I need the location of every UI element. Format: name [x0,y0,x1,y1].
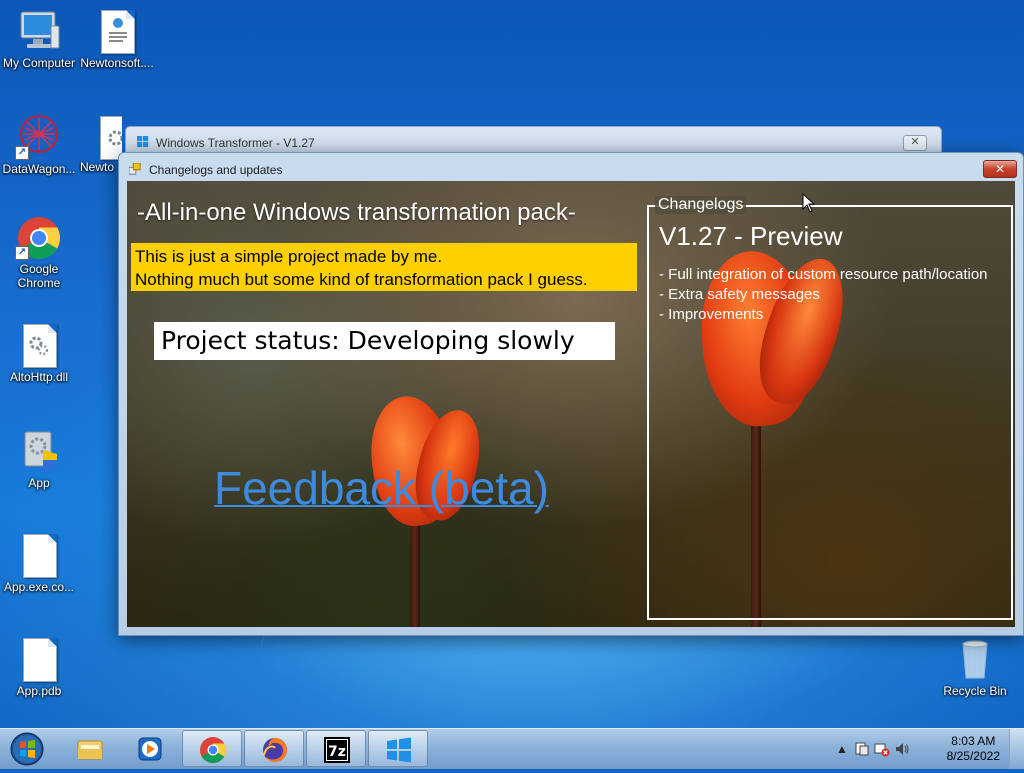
changelogs-window[interactable]: Changelogs and updates ✕ -All-in-one Win… [118,152,1024,636]
system-tray: ▲ 8:03 AM 8/25/2022 [834,729,1024,769]
svg-text:7z: 7z [328,744,346,760]
desktop-icon-label: AltoHttp.dll [9,370,69,384]
taskbar-windows-transformer-button[interactable] [368,730,428,767]
clock[interactable]: 8:03 AM 8/25/2022 [947,734,1000,764]
close-icon: ✕ [910,136,920,148]
clock-date: 8/25/2022 [946,749,1000,763]
desktop-icon-altohttp[interactable]: AltoHttp.dll [0,322,78,384]
desktop-icon-label: App [28,476,50,490]
desktop-icon-label: App.exe.co... [3,580,75,594]
changelog-legend: Changelogs [655,196,747,214]
config-file-icon [78,114,122,160]
mouse-cursor-icon [802,193,816,213]
desktop-icon-label: DataWagon... [2,162,76,176]
desktop-icon-my-computer[interactable]: My Computer [0,8,78,70]
blank-file-icon [15,636,63,682]
desktop-icon-app[interactable]: App [0,428,78,490]
desktop-icon-newtonsoft[interactable]: Newtonsoft.... [78,8,156,70]
intro-line: This is just a simple project made by me… [135,247,443,266]
changelog-list: - Full integration of custom resource pa… [659,265,988,325]
windows-logo-icon [137,136,149,148]
app-icon [129,163,141,175]
desktop-icon-recycle-bin[interactable]: Recycle Bin [936,636,1014,698]
desktop-icon-datawagon[interactable]: ↗ DataWagon... [0,114,78,176]
taskbar-7zip-button[interactable]: 7z [306,730,366,767]
window-title: Changelogs and updates [149,163,283,177]
intro-line: Nothing much but some kind of transforma… [135,270,588,289]
clock-time: 8:03 AM [951,734,996,748]
folder-icon [77,740,103,760]
window-title: Windows Transformer - V1.27 [156,136,315,150]
desktop-icon-app-pdb[interactable]: App.pdb [0,636,78,698]
network-warning-icon[interactable] [874,741,890,757]
changelog-item: - Extra safety messages [659,286,820,303]
close-button[interactable]: ✕ [983,160,1017,178]
tulip-stem [410,511,420,627]
start-button[interactable] [4,730,50,768]
taskbar: 7z ▲ 8:03 AM 8/25/2022 [0,728,1024,769]
desktop-icon-google-chrome[interactable]: ↗ Google Chrome [0,214,78,290]
desktop-icon-label: Google Chrome [17,262,61,290]
windows-logo-icon [387,737,411,763]
chrome-icon [200,737,227,764]
desktop-icon-label: Recycle Bin [943,684,1007,698]
window-content: -All-in-one Windows transformation pack-… [127,181,1015,627]
desktop-icon-label: Newtonsoft.... [80,56,154,70]
7zip-icon: 7z [324,737,350,763]
project-status-label: Project status: Developing slowly [154,322,615,360]
title-bar[interactable]: Changelogs and updates ✕ [119,153,1023,181]
action-center-icon[interactable] [854,741,870,757]
desktop-icon-app-exe-config[interactable]: App.exe.co... [0,532,78,594]
close-icon: ✕ [994,162,1006,176]
taskbar-media-player-button[interactable] [120,730,180,767]
changelog-item: - Full integration of custom resource pa… [659,266,988,283]
app-icon [15,428,63,474]
windows-orb-icon [10,732,44,766]
document-icon [93,8,141,54]
recycle-bin-icon [951,636,999,682]
blank-file-icon [15,532,63,578]
close-button[interactable]: ✕ [903,135,927,151]
media-player-icon [138,737,162,761]
intro-text-box: This is just a simple project made by me… [131,243,637,291]
firefox-icon [263,738,287,762]
taskbar-firefox-button[interactable] [244,730,304,767]
computer-icon [15,8,63,54]
datawagon-icon: ↗ [15,114,63,160]
show-desktop-button[interactable] [1009,729,1024,769]
desktop-icon-label: Newto [80,160,115,174]
dll-file-icon [15,322,63,368]
volume-icon[interactable] [894,741,910,757]
chevron-up-icon: ▲ [836,742,848,756]
pack-heading: -All-in-one Windows transformation pack- [137,199,576,226]
changelog-groupbox: Changelogs V1.27 - Preview - Full integr… [647,196,1013,620]
feedback-link[interactable]: Feedback (beta) [214,461,549,515]
changelog-item: - Improvements [659,306,764,323]
chrome-icon: ↗ [15,214,63,260]
show-hidden-icons-button[interactable]: ▲ [834,741,850,757]
desktop-icon-label: App.pdb [16,684,62,698]
taskbar-explorer-button[interactable] [60,730,120,767]
taskbar-chrome-button[interactable] [182,730,242,767]
changelog-version: V1.27 - Preview [659,221,843,251]
desktop-icon-newtonsoft-config[interactable]: Newto [78,114,122,174]
desktop-icon-label: My Computer [2,56,76,70]
